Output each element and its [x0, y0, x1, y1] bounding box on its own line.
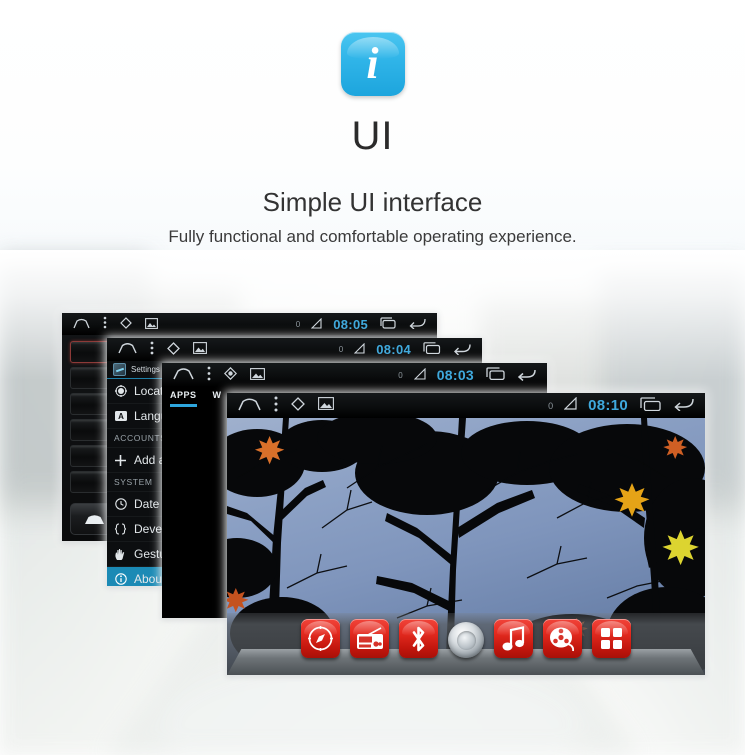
settings-icon	[113, 363, 126, 376]
language-icon: A	[114, 410, 127, 422]
recents-icon[interactable]	[485, 367, 505, 383]
recents-icon[interactable]	[379, 316, 397, 332]
dock-icons	[227, 619, 705, 658]
radio-icon[interactable]	[350, 619, 389, 658]
music-icon[interactable]	[494, 619, 533, 658]
diamond-icon[interactable]	[167, 341, 180, 358]
status-time: 08:05	[333, 316, 368, 332]
statusbar-2: 0 08:04	[107, 338, 482, 361]
signal-icon	[563, 396, 577, 414]
bluetooth-icon[interactable]	[399, 619, 438, 658]
video-icon[interactable]	[543, 619, 582, 658]
menu-dots-icon[interactable]	[150, 341, 154, 358]
recents-icon[interactable]	[422, 342, 441, 357]
signal-icon	[353, 342, 365, 357]
plus-icon	[114, 454, 127, 467]
bluetooth-status-icon: 0	[338, 345, 344, 354]
back-icon[interactable]	[408, 317, 426, 332]
bluetooth-status-icon: 0	[548, 400, 554, 411]
back-icon[interactable]	[672, 396, 694, 415]
svg-text:A: A	[118, 412, 124, 421]
image-icon[interactable]	[193, 342, 207, 357]
status-time: 08:03	[436, 367, 474, 383]
status-time: 08:04	[376, 342, 411, 357]
home-icon[interactable]	[73, 317, 90, 332]
clock-icon	[114, 498, 127, 510]
signal-icon	[413, 367, 426, 383]
menu-dots-icon[interactable]	[103, 316, 107, 332]
home-icon[interactable]	[238, 397, 261, 415]
home-icon[interactable]	[173, 367, 194, 383]
dock	[227, 613, 705, 675]
navigation-icon[interactable]	[301, 619, 340, 658]
back-icon[interactable]	[516, 367, 536, 384]
tab-apps[interactable]: APPS	[170, 390, 197, 407]
back-icon[interactable]	[452, 342, 471, 358]
recents-icon[interactable]	[639, 396, 661, 415]
bluetooth-status-icon: 0	[295, 319, 301, 329]
info-circle-icon	[114, 573, 127, 585]
screenshot-stack: 0 08:05 0 08:04 Settings Location A Lang…	[0, 0, 745, 755]
home-button-inner	[456, 630, 476, 650]
settings-title: Settings	[131, 365, 160, 374]
home-button[interactable]	[448, 622, 484, 658]
location-icon	[114, 385, 127, 397]
bluetooth-status-icon: 0	[398, 370, 403, 380]
menu-dots-icon[interactable]	[207, 366, 211, 384]
image-icon[interactable]	[145, 317, 158, 332]
braces-icon	[114, 523, 127, 535]
screen-layer-4[interactable]: 0 08:10	[227, 393, 705, 675]
diamond-icon[interactable]	[120, 316, 132, 332]
status-time: 08:10	[588, 397, 628, 414]
menu-dots-icon[interactable]	[274, 396, 278, 416]
tab-widgets[interactable]: W	[213, 390, 222, 407]
hand-icon	[114, 548, 127, 561]
apps-grid-icon[interactable]	[592, 619, 631, 658]
signal-icon	[310, 317, 322, 332]
home-wallpaper	[227, 418, 705, 675]
statusbar-1: 0 08:05	[62, 313, 437, 335]
diamond-icon[interactable]	[291, 396, 305, 415]
image-icon[interactable]	[250, 367, 265, 383]
image-icon[interactable]	[318, 397, 334, 414]
home-icon[interactable]	[118, 342, 137, 357]
statusbar-3: 0 08:03	[162, 363, 547, 387]
target-icon[interactable]	[223, 366, 238, 383]
statusbar-4: 0 08:10	[227, 393, 705, 418]
page-root: i UI Simple UI interface Fully functiona…	[0, 0, 745, 755]
